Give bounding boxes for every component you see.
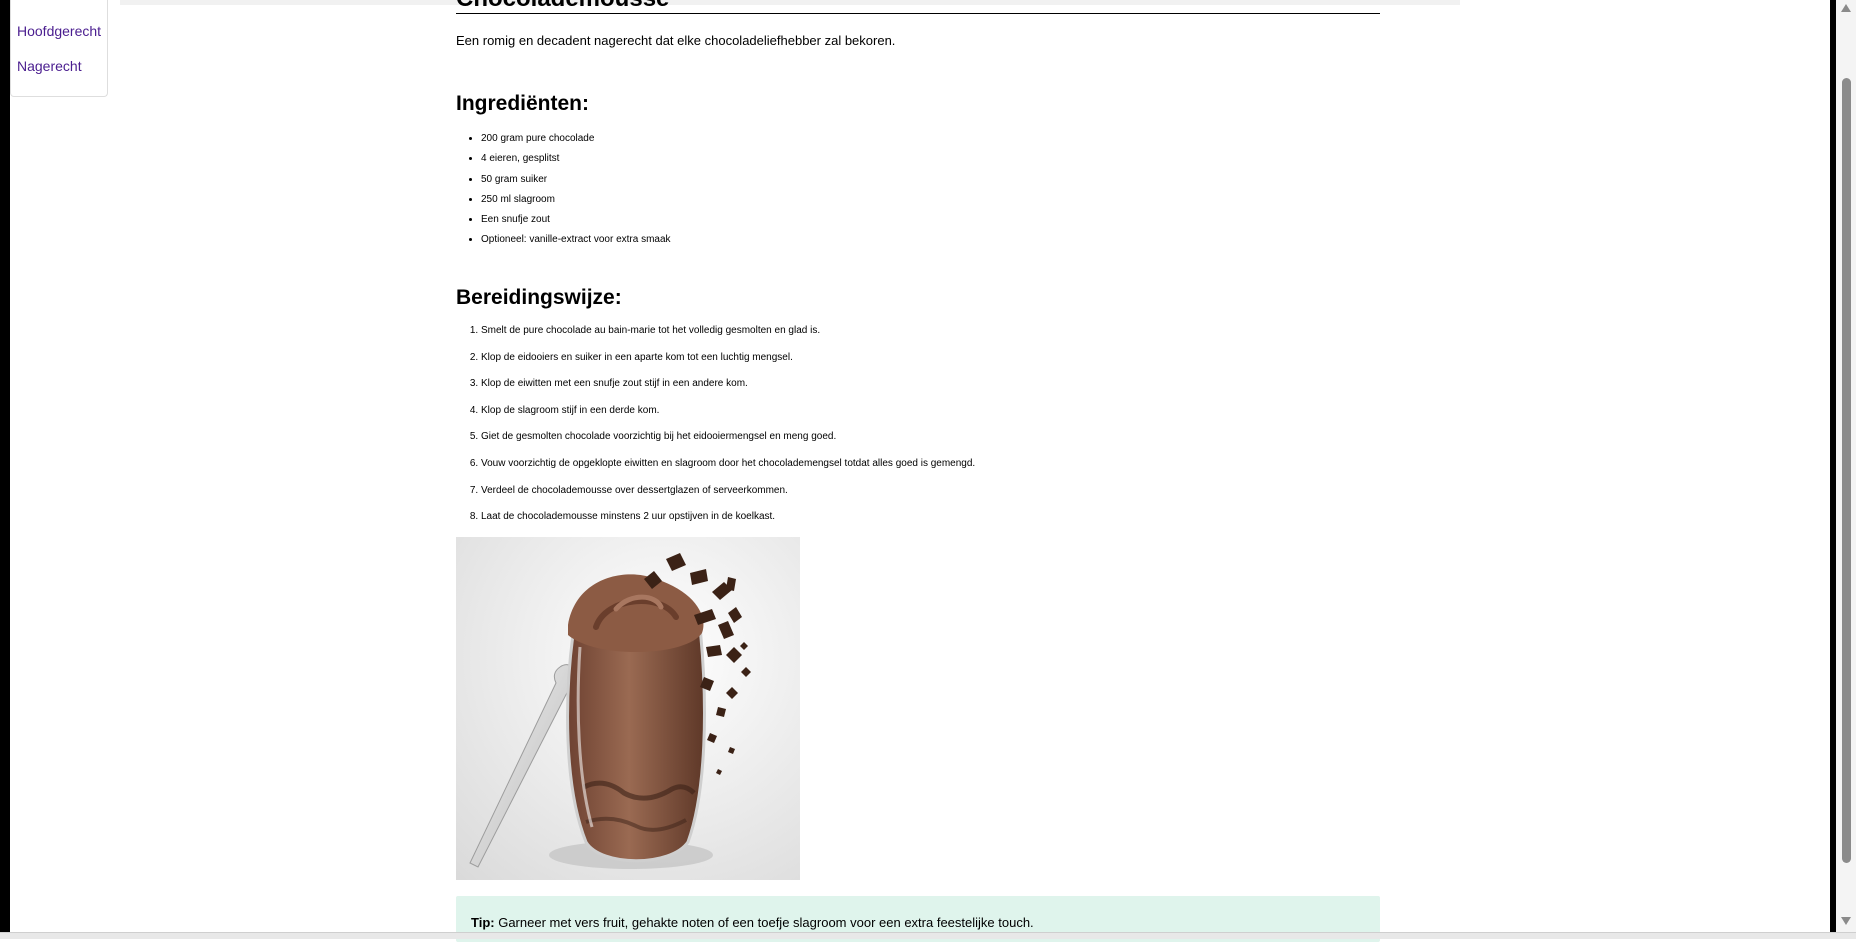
- step-item: Verdeel de chocolademousse over dessertg…: [481, 481, 975, 508]
- tip-text: Tip: Garneer met vers fruit, gehakte not…: [471, 915, 1034, 930]
- ingredient-item: Een snufje zout: [481, 210, 671, 230]
- ingredient-item: Optioneel: vanille-extract voor extra sm…: [481, 230, 671, 250]
- recipe-title: Chocolademousse: [456, 0, 669, 11]
- tip-label: Tip:: [471, 915, 495, 930]
- ingredient-item: 4 eieren, gesplitst: [481, 149, 671, 169]
- sidebar-item-hoofdgerecht[interactable]: Hoofdgerecht: [17, 23, 101, 39]
- scrollbar-thumb[interactable]: [1842, 78, 1851, 863]
- scroll-down-arrow-icon[interactable]: [1841, 917, 1851, 925]
- step-item: Giet de gesmolten chocolade voorzichtig …: [481, 427, 975, 454]
- ingredient-item: 200 gram pure chocolade: [481, 129, 671, 149]
- window-frame-left: [0, 0, 10, 938]
- sidebar-item-nagerecht[interactable]: Nagerecht: [17, 58, 82, 74]
- chocolate-mousse-image: [456, 537, 800, 880]
- steps-list: Smelt de pure chocolade au bain-marie to…: [456, 321, 975, 534]
- step-item: Klop de slagroom stijf in een derde kom.: [481, 401, 975, 428]
- step-item: Klop de eidooiers en suiker in een apart…: [481, 348, 975, 375]
- ingredients-heading: Ingrediënten:: [456, 92, 590, 115]
- step-item: Smelt de pure chocolade au bain-marie to…: [481, 321, 975, 348]
- scroll-up-arrow-icon[interactable]: [1841, 4, 1851, 12]
- ingredients-list: 200 gram pure chocolade 4 eieren, gespli…: [456, 129, 671, 251]
- tip-body: Garneer met vers fruit, gehakte noten of…: [494, 915, 1034, 930]
- steps-heading: Bereidingswijze:: [456, 286, 622, 309]
- top-edge: [120, 0, 1460, 5]
- sidebar-nav: Hoofdgerecht Nagerecht: [10, 0, 108, 97]
- step-item: Vouw voorzichtig de opgeklopte eiwitten …: [481, 454, 975, 481]
- vertical-scrollbar[interactable]: [1836, 0, 1856, 932]
- recipe-intro: Een romig en decadent nagerecht dat elke…: [456, 33, 896, 48]
- title-underline: [456, 13, 1380, 14]
- ingredient-item: 250 ml slagroom: [481, 190, 671, 210]
- step-item: Klop de eiwitten met een snufje zout sti…: [481, 374, 975, 401]
- step-item: Laat de chocolademousse minstens 2 uur o…: [481, 507, 975, 534]
- ingredient-item: 50 gram suiker: [481, 170, 671, 190]
